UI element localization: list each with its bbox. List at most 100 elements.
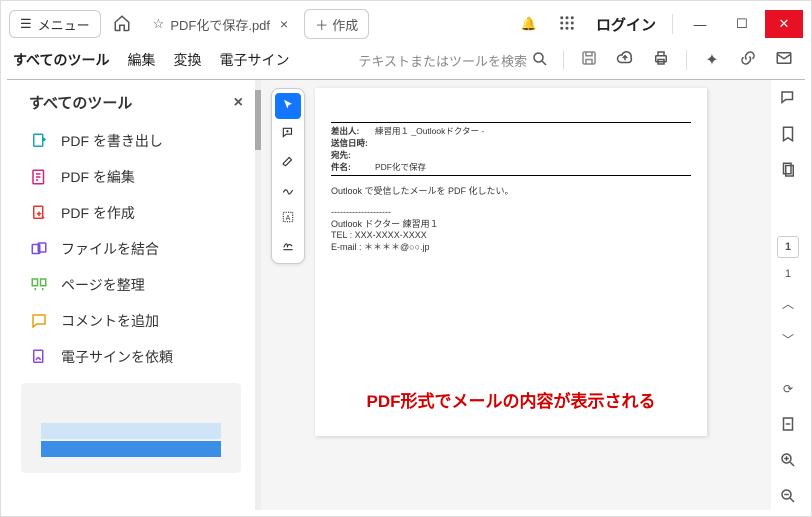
sidebar-title: すべてのツール [29,92,132,113]
sidebar-item-organize[interactable]: ページを整理 [7,267,255,303]
sidebar-item-combine[interactable]: ファイルを結合 [7,231,255,267]
signature-line: E-mail : ＊＊＊＊@○○.jp [331,240,691,253]
home-button[interactable] [105,9,139,39]
promo-card[interactable] [21,383,241,473]
divider [563,50,564,70]
highlighter-icon [281,154,295,171]
window-maximize-button[interactable]: ☐ [723,10,761,38]
sidebar: すべてのツール × PDF を書き出し PDF を編集 PDF を作成 ファイル… [7,80,255,510]
minimize-icon: ― [694,17,707,32]
edit-pdf-icon [29,167,49,187]
svg-text:A: A [286,214,291,221]
cloud-button[interactable] [610,45,640,75]
sidebar-item-export[interactable]: PDF を書き出し [7,123,255,159]
rail-pages-button[interactable] [775,158,801,184]
text-select-icon: A [281,210,295,227]
sidebar-item-label: ファイルを結合 [61,239,159,259]
search-box[interactable]: テキストまたはツールを検索 [354,48,553,73]
sidebar-item-label: PDF を作成 [61,203,135,223]
tab-close-button[interactable]: × [276,16,292,32]
menu-label: メニュー [38,15,90,34]
page-down-button[interactable]: ﹀ [775,326,801,352]
rotate-button[interactable]: ⟳ [775,376,801,402]
divider [686,50,687,70]
zoom-in-button[interactable] [775,448,801,474]
sidebar-item-comment[interactable]: コメントを追加 [7,303,255,339]
page-up-button[interactable]: ︿ [775,290,801,316]
sidebar-item-label: コメントを追加 [61,311,159,331]
hamburger-icon: ☰ [20,16,32,32]
zoom-out-button[interactable] [775,484,801,510]
fit-page-icon [779,415,797,436]
menu-esign[interactable]: 電子サイン [219,44,289,76]
document-area: A 差出人:練習用１ _Outlookドクター - 送信日時: 宛先: 件名:P… [261,80,771,510]
from-label: 差出人: [331,125,369,137]
export-icon [29,131,49,151]
page-current[interactable]: 1 [777,236,799,258]
rail-comment-button[interactable] [775,86,801,112]
to-label: 宛先: [331,149,369,161]
fit-page-button[interactable] [775,412,801,438]
home-icon [113,14,131,35]
comment-tool[interactable] [275,121,301,147]
menu-button[interactable]: ☰ メニュー [9,10,101,38]
page-total: 1 [785,268,791,280]
annotation-callout: PDF形式でメールの内容が表示される [315,387,707,412]
pages-icon [779,161,797,182]
menu-edit[interactable]: 編集 [127,44,155,76]
print-icon [652,49,670,72]
body-text: Outlook で受信したメールを PDF 化したい。 [331,184,691,197]
zoom-out-icon [779,487,797,508]
print-button[interactable] [646,45,676,75]
new-tab-label: 作成 [332,15,358,34]
plus-icon: ＋ [315,15,328,34]
sidebar-item-create[interactable]: PDF を作成 [7,195,255,231]
chevron-down-icon: ﹀ [782,331,794,348]
window-close-button[interactable]: ✕ [765,10,803,38]
menu-convert[interactable]: 変換 [173,44,201,76]
menu-all-tools[interactable]: すべてのツール [13,44,109,76]
pdf-page: 差出人:練習用１ _Outlookドクター - 送信日時: 宛先: 件名:PDF… [315,88,707,436]
login-button[interactable]: ログイン [588,14,664,35]
new-tab-button[interactable]: ＋ 作成 [304,9,369,39]
highlight-tool[interactable] [275,149,301,175]
window-minimize-button[interactable]: ― [681,10,719,38]
subject-value: PDF化で保存 [375,161,426,173]
link-button[interactable] [733,45,763,75]
request-sign-icon [29,347,49,367]
save-icon [580,49,598,72]
text-select-tool[interactable]: A [275,205,301,231]
rail-bookmark-button[interactable] [775,122,801,148]
sign-tool[interactable] [275,233,301,259]
sidebar-item-label: PDF を書き出し [61,131,163,151]
divider [672,14,673,34]
link-icon [739,49,757,72]
sidebar-item-edit[interactable]: PDF を編集 [7,159,255,195]
pencil-wave-icon [281,182,295,199]
notifications-button[interactable]: 🔔 [512,9,546,39]
chevron-up-icon: ︿ [782,295,794,312]
signature-line: Outlook ドクター 練習用１ [331,217,691,230]
sidebar-item-label: ページを整理 [61,275,145,295]
save-button[interactable] [574,45,604,75]
combine-icon [29,239,49,259]
signature-icon [281,238,295,255]
speech-icon [779,89,797,110]
apps-button[interactable] [550,9,584,39]
sidebar-item-request-sign[interactable]: 電子サインを依頼 [7,339,255,375]
document-tab[interactable]: ☆ PDF化で保存.pdf × [143,7,301,41]
select-tool[interactable] [275,93,301,119]
subject-label: 件名: [331,161,369,173]
mail-button[interactable] [769,45,799,75]
bell-icon: 🔔 [521,16,537,32]
from-value: 練習用１ _Outlookドクター - [375,125,484,137]
star-icon: ☆ [153,16,165,32]
sidebar-item-label: 電子サインを依頼 [61,347,173,367]
ai-button[interactable]: ✦ [697,45,727,75]
sidebar-close-button[interactable]: × [234,94,243,112]
draw-tool[interactable] [275,177,301,203]
rotate-icon: ⟳ [783,382,793,396]
floating-toolbar: A [271,88,305,264]
zoom-in-icon [779,451,797,472]
mail-icon [775,49,793,72]
